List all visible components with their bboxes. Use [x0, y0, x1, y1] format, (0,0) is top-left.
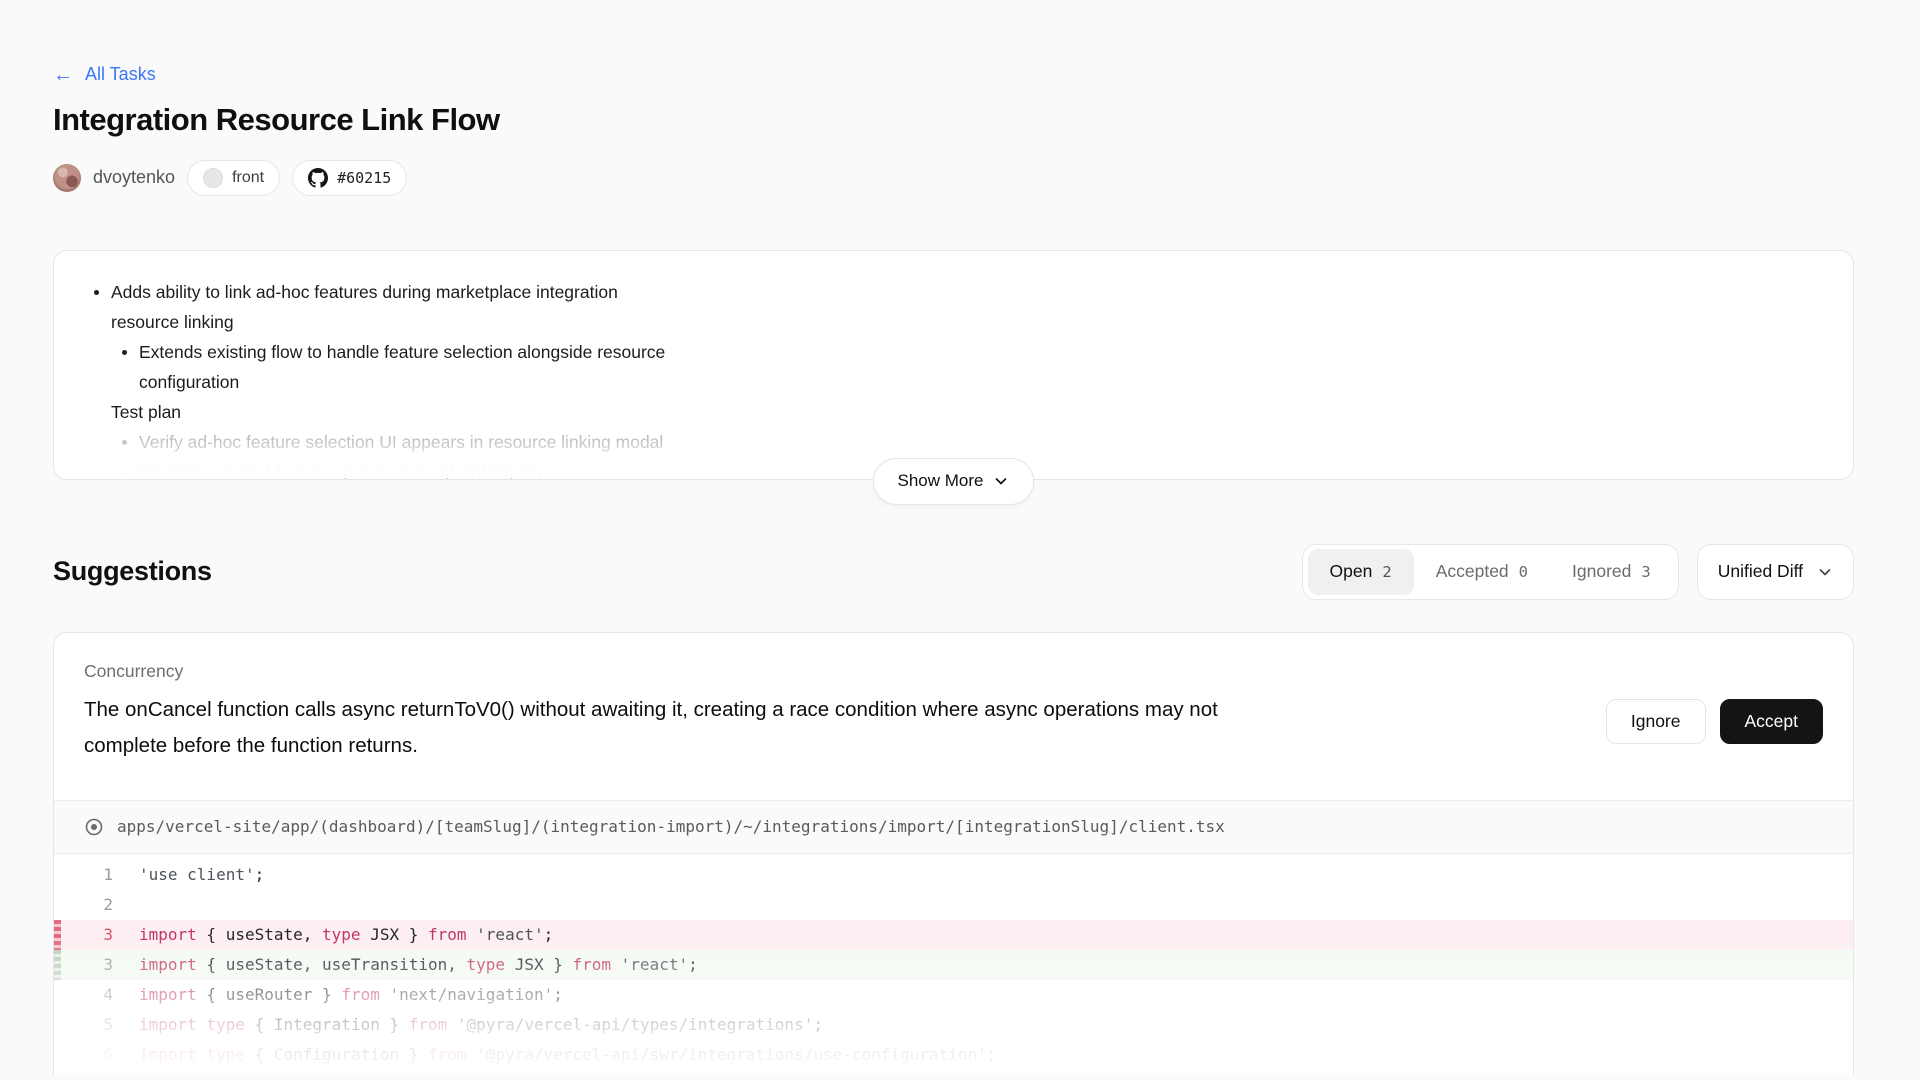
code-line: 6import type { Configuration } from '@py… [54, 1040, 1853, 1070]
code-text: import type { Integration } from '@pyra/… [113, 1010, 823, 1040]
suggestion-description: The onCancel function calls async return… [84, 692, 1294, 764]
code-line: 5import type { Integration } from '@pyra… [54, 1010, 1853, 1040]
line-number: 5 [61, 1010, 113, 1040]
github-icon [308, 168, 328, 188]
code-line: 3import { useState, useTransition, type … [54, 950, 1853, 980]
pr-pill[interactable]: #60215 [292, 160, 407, 196]
diff-gutter-marker [54, 980, 61, 1010]
line-number: 4 [61, 980, 113, 1010]
code-line: 3import { useState, type JSX } from 'rea… [54, 920, 1853, 950]
code-text [113, 890, 139, 920]
diff-code-block: 1'use client';23import { useState, type … [54, 854, 1853, 1070]
filter-tabs: Open 2 Accepted 0 Ignored 3 [1302, 544, 1679, 600]
code-line: 4import { useRouter } from 'next/navigat… [54, 980, 1853, 1010]
arrow-left-icon: ← [53, 65, 73, 85]
suggestion-actions: Ignore Accept [1606, 699, 1823, 764]
show-more-label: Show More [898, 471, 984, 491]
filter-tab-open[interactable]: Open 2 [1308, 549, 1414, 595]
line-number: 3 [61, 920, 113, 950]
code-text: import { useState, useTransition, type J… [113, 950, 698, 980]
line-number: 6 [61, 1040, 113, 1070]
code-text: import { useState, type JSX } from 'reac… [113, 920, 553, 950]
filter-tab-label: Ignored [1572, 561, 1631, 582]
code-line: 2 [54, 890, 1853, 920]
diff-gutter-marker [54, 860, 61, 890]
suggestion-card: Concurrency The onCancel function calls … [53, 632, 1854, 1075]
suggestions-header: Suggestions Open 2 Accepted 0 Ignored 3 Unifi… [53, 544, 1854, 600]
summary-card: Adds ability to link ad-hoc features dur… [53, 250, 1854, 480]
page-title: Integration Resource Link Flow [53, 102, 1854, 138]
summary-bullet: Confirm selected features persist throug… [84, 457, 724, 479]
branch-pill[interactable]: front [187, 160, 280, 196]
suggestion-header: Concurrency The onCancel function calls … [54, 633, 1853, 800]
diff-view-select[interactable]: Unified Diff [1697, 544, 1854, 600]
diff-view-label: Unified Diff [1718, 561, 1803, 582]
diff-gutter-marker [54, 1010, 61, 1040]
summary-bullet: Test plan [84, 397, 684, 427]
summary-bullet: Extends existing flow to handle feature … [84, 337, 724, 397]
diff-gutter-marker [54, 890, 61, 920]
filter-tab-label: Accepted [1436, 561, 1509, 582]
chevron-down-icon [1817, 564, 1833, 580]
code-line: 1'use client'; [54, 860, 1853, 890]
avatar [53, 164, 81, 192]
circle-dot-icon [84, 817, 104, 837]
line-number: 3 [61, 950, 113, 980]
back-link[interactable]: ← All Tasks [53, 64, 156, 85]
code-text: import type { Configuration } from '@pyr… [113, 1040, 996, 1070]
diff-gutter-marker [54, 950, 61, 980]
filter-tab-count: 2 [1382, 563, 1391, 581]
branch-avatar-icon [203, 168, 223, 188]
diff-gutter-marker [54, 1040, 61, 1070]
filter-tab-accepted[interactable]: Accepted 0 [1414, 549, 1550, 595]
filter-tab-count: 3 [1641, 563, 1650, 581]
back-link-label: All Tasks [85, 64, 156, 85]
file-path: apps/vercel-site/app/(dashboard)/[teamSl… [117, 817, 1225, 836]
suggestions-heading: Suggestions [53, 556, 212, 587]
pr-number: #60215 [337, 169, 391, 187]
ignore-button[interactable]: Ignore [1606, 699, 1706, 744]
show-more-button[interactable]: Show More [873, 458, 1035, 505]
task-meta: dvoytenko front #60215 [53, 160, 1854, 196]
diff-gutter-marker [54, 920, 61, 950]
chevron-down-icon [993, 473, 1009, 489]
line-number: 2 [61, 890, 113, 920]
filter-tab-ignored[interactable]: Ignored 3 [1550, 549, 1673, 595]
accept-button[interactable]: Accept [1720, 699, 1824, 744]
summary-bullet: Adds ability to link ad-hoc features dur… [84, 277, 684, 337]
task-page: ← All Tasks Integration Resource Link Fl… [0, 0, 1920, 1075]
filter-tab-count: 0 [1519, 563, 1528, 581]
file-path-bar: apps/vercel-site/app/(dashboard)/[teamSl… [54, 800, 1853, 854]
suggestions-controls: Open 2 Accepted 0 Ignored 3 Unified Diff [1302, 544, 1854, 600]
author-name: dvoytenko [93, 167, 175, 188]
summary-bullet-list: Adds ability to link ad-hoc features dur… [84, 277, 784, 479]
line-number: 1 [61, 860, 113, 890]
filter-tab-label: Open [1330, 561, 1373, 582]
summary-bullet: Verify ad-hoc feature selection UI appea… [84, 427, 724, 457]
code-text: import { useRouter } from 'next/navigati… [113, 980, 563, 1010]
code-text: 'use client'; [113, 860, 264, 890]
branch-label: front [232, 169, 264, 187]
suggestion-category: Concurrency [84, 661, 1294, 682]
